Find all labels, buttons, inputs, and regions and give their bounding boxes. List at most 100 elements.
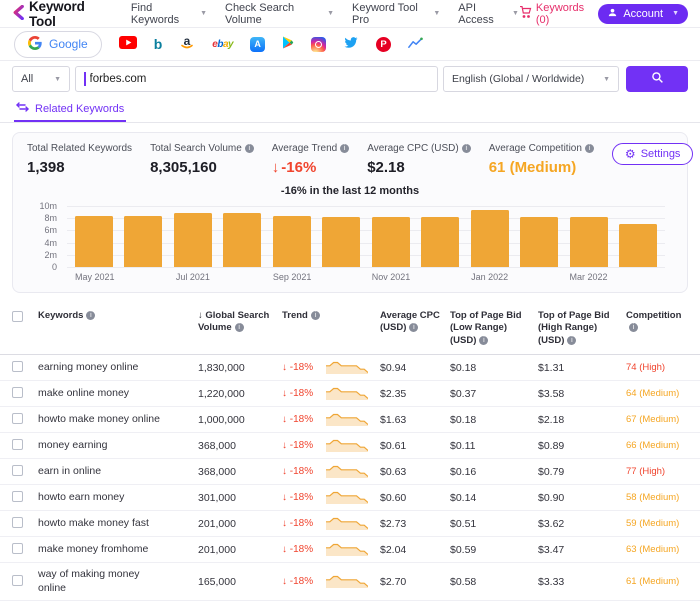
- platform-tab-google-play[interactable]: [282, 36, 294, 52]
- search-input[interactable]: [87, 73, 429, 85]
- info-icon[interactable]: i: [86, 311, 96, 320]
- bid-low-value: $0.18: [450, 361, 477, 374]
- row-checkbox[interactable]: [12, 387, 23, 399]
- info-icon[interactable]: i: [234, 323, 244, 333]
- cpc-value: $2.35: [380, 387, 407, 400]
- column-header-bid-high[interactable]: Top of Page Bid (High Range) (USD) i: [538, 310, 626, 347]
- row-checkbox[interactable]: [12, 465, 23, 477]
- info-icon[interactable]: i: [584, 144, 594, 153]
- row-checkbox[interactable]: [12, 439, 23, 451]
- logo-text: Keyword Tool: [29, 0, 85, 29]
- column-header-cpc[interactable]: Average CPC (USD) i: [380, 310, 450, 335]
- bid-high-value: $3.47: [538, 543, 565, 556]
- bid-high-value: $2.18: [538, 413, 565, 426]
- row-checkbox[interactable]: [12, 413, 23, 425]
- platform-tab-google-trends[interactable]: [408, 36, 423, 52]
- bid-low-value: $0.51: [450, 517, 477, 530]
- platform-tab-app-store[interactable]: A: [250, 36, 266, 52]
- platform-tab-google[interactable]: Google: [14, 30, 102, 58]
- platform-tab-ebay[interactable]: ebay: [212, 39, 233, 50]
- keyword-text[interactable]: howto earn money: [38, 491, 124, 505]
- platform-tab-bing[interactable]: b: [154, 37, 163, 51]
- info-icon[interactable]: i: [310, 311, 320, 320]
- keyword-text[interactable]: way of making money online: [38, 568, 166, 595]
- competition-value: 63 (Medium): [626, 544, 680, 556]
- tab-related-keywords[interactable]: Related Keywords: [14, 97, 127, 122]
- keywords-cart-button[interactable]: Keywords (0): [519, 2, 586, 26]
- stat-average-trend: Average Trend i ↓ -16%: [272, 143, 350, 176]
- info-icon[interactable]: i: [629, 323, 638, 333]
- nav-check-search-volume[interactable]: Check Search Volume ▼: [225, 2, 334, 26]
- chevron-down-icon: ▼: [672, 10, 679, 17]
- x-tick-label: Mar 2022: [569, 272, 608, 282]
- trend-value: ↓ -18%: [282, 518, 314, 530]
- settings-button[interactable]: ⚙ Settings: [611, 143, 694, 165]
- info-icon[interactable]: i: [409, 323, 419, 333]
- ebay-icon: ebay: [212, 38, 234, 50]
- amazon-icon: a: [179, 34, 195, 53]
- stat-value: 8,305,160: [150, 159, 217, 176]
- platform-tab-amazon[interactable]: a: [179, 34, 195, 53]
- row-checkbox[interactable]: [12, 575, 23, 587]
- platform-tab-pinterest[interactable]: P: [376, 36, 392, 52]
- y-tick-label: 4m: [44, 237, 57, 248]
- nav-find-keywords[interactable]: Find Keywords ▼: [131, 2, 207, 26]
- info-icon[interactable]: i: [479, 335, 489, 345]
- row-checkbox[interactable]: [12, 517, 23, 529]
- chevron-down-icon: ▼: [200, 10, 207, 17]
- keyword-text[interactable]: make online money: [38, 387, 129, 401]
- column-header-competition[interactable]: Competitioni: [626, 310, 688, 335]
- keyword-text[interactable]: earn in online: [38, 465, 101, 479]
- trend-value: ↓ -18%: [282, 466, 314, 478]
- column-header-volume[interactable]: ↓ Global Search Volume i: [198, 310, 282, 335]
- select-all-checkbox[interactable]: [12, 311, 23, 322]
- svg-text:a: a: [184, 35, 191, 48]
- logo[interactable]: Keyword Tool: [12, 0, 107, 29]
- cart-label: Keywords (0): [535, 1, 585, 26]
- keyword-text[interactable]: make money fromhome: [38, 543, 148, 557]
- nav-keyword-tool-pro[interactable]: Keyword Tool Pro ▼: [352, 2, 440, 26]
- trend-value: ↓ -18%: [282, 362, 314, 374]
- volume-bar: [569, 216, 608, 267]
- column-header-bid-low[interactable]: Top of Page Bid (Low Range) (USD) i: [450, 310, 538, 347]
- stat-label: Average CPC (USD): [367, 143, 459, 154]
- info-icon[interactable]: i: [244, 144, 254, 153]
- search-volume-value: 368,000: [198, 465, 236, 478]
- info-icon[interactable]: i: [567, 335, 577, 345]
- app-store-icon: A: [250, 36, 266, 52]
- table-header: Keywords i ↓ Global Search Volume i Trend i…: [0, 304, 700, 356]
- volume-bar: [173, 212, 212, 267]
- column-header-trend[interactable]: Trend i: [282, 310, 380, 322]
- trend-sparkline: [326, 465, 368, 479]
- chart-plot: 10m 8m 6m 4m 2m 0: [39, 201, 665, 272]
- nav-api-access[interactable]: API Access ▼: [458, 2, 519, 26]
- platform-tab-twitter[interactable]: [343, 36, 359, 52]
- table-row: way of making money online 165,000 ↓ -18% $…: [0, 563, 700, 602]
- chart-title: -16% in the last 12 months: [280, 185, 420, 197]
- x-tick-label: Jan 2022: [471, 272, 509, 282]
- keyword-text[interactable]: howto make money online: [38, 413, 160, 427]
- keyword-text[interactable]: howto make money fast: [38, 517, 149, 531]
- table-row: earning money online 1,830,000 ↓ -18% $0.94…: [0, 355, 700, 382]
- volume-bar: [421, 216, 460, 267]
- info-icon[interactable]: i: [340, 144, 350, 153]
- search-button[interactable]: [626, 66, 688, 92]
- nav-label: Find Keywords: [130, 1, 180, 26]
- info-icon[interactable]: i: [461, 144, 471, 153]
- bid-high-value: $1.31: [538, 361, 565, 374]
- platform-tab-youtube[interactable]: [118, 36, 137, 52]
- row-checkbox[interactable]: [12, 543, 23, 555]
- language-select[interactable]: English (Global / Worldwide) ▼: [443, 66, 619, 92]
- keyword-text[interactable]: earning money online: [38, 361, 138, 375]
- table-row: howto earn money 301,000 ↓ -18% $0.60 $0.14 $…: [0, 485, 700, 512]
- row-checkbox[interactable]: [12, 361, 23, 373]
- keyword-text[interactable]: money earning: [38, 439, 107, 453]
- column-header-keywords[interactable]: Keywords i: [38, 310, 198, 322]
- google-play-icon: [282, 36, 294, 52]
- chevron-down-icon: ▼: [511, 10, 519, 17]
- account-button[interactable]: Account ▼: [598, 3, 688, 24]
- row-checkbox[interactable]: [12, 491, 23, 503]
- cpc-value: $0.60: [380, 491, 407, 504]
- platform-tab-instagram[interactable]: [311, 36, 327, 52]
- scope-select[interactable]: All ▼: [12, 66, 70, 92]
